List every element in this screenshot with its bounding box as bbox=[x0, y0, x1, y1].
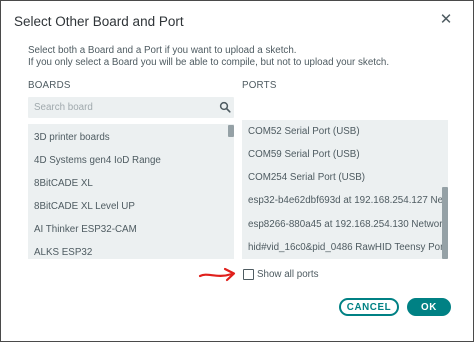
show-all-ports-label: Show all ports bbox=[257, 269, 319, 280]
boards-scrollbar-thumb[interactable] bbox=[228, 125, 234, 137]
board-item[interactable]: 8BitCADE XL Level UP bbox=[34, 201, 135, 212]
board-item[interactable]: AI Thinker ESP32-CAM bbox=[34, 224, 137, 235]
board-item[interactable]: 4D Systems gen4 IoD Range bbox=[34, 155, 161, 166]
boards-label: BOARDS bbox=[28, 80, 71, 91]
boards-list[interactable]: 3D printer boards 4D Systems gen4 IoD Ra… bbox=[28, 124, 234, 259]
show-all-ports-toggle[interactable]: Show all ports bbox=[243, 268, 319, 281]
port-item[interactable]: esp32-b4e62dbf693d at 192.168.254.127 Ne… bbox=[248, 195, 448, 206]
show-all-ports-checkbox[interactable] bbox=[243, 269, 254, 280]
board-item[interactable]: 3D printer boards bbox=[34, 132, 110, 143]
board-item[interactable]: ALKS ESP32 bbox=[34, 247, 92, 258]
close-icon[interactable]: ✕ bbox=[438, 12, 454, 28]
annotation-arrow bbox=[198, 267, 236, 282]
port-item[interactable]: esp8266-880a45 at 192.168.254.130 Networ… bbox=[248, 219, 448, 230]
description-line-2: If you only select a Board you will be a… bbox=[28, 57, 390, 68]
board-search-input[interactable] bbox=[34, 99, 214, 116]
dialog-title: Select Other Board and Port bbox=[14, 14, 184, 29]
port-item[interactable]: COM254 Serial Port (USB) bbox=[248, 172, 365, 183]
port-item[interactable]: COM59 Serial Port (USB) bbox=[248, 149, 360, 160]
ports-label: PORTS bbox=[242, 80, 277, 91]
ports-list[interactable]: COM52 Serial Port (USB) COM59 Serial Por… bbox=[242, 120, 448, 259]
dialog-description: Select both a Board and a Port if you wa… bbox=[28, 45, 389, 69]
select-board-dialog: Select Other Board and Port ✕ Select bot… bbox=[0, 0, 474, 342]
port-item[interactable]: COM52 Serial Port (USB) bbox=[248, 126, 360, 137]
search-icon bbox=[219, 101, 231, 113]
ok-button[interactable]: OK bbox=[407, 298, 451, 316]
port-item[interactable]: hid#vid_16c0&pid_0486 RawHID Teensy Port… bbox=[248, 242, 448, 253]
board-search-box[interactable] bbox=[28, 97, 234, 118]
board-item[interactable]: 8BitCADE XL bbox=[34, 178, 93, 189]
cancel-button[interactable]: CANCEL bbox=[339, 298, 399, 316]
ports-scrollbar-thumb[interactable] bbox=[442, 187, 448, 259]
description-line-1: Select both a Board and a Port if you wa… bbox=[28, 45, 297, 56]
